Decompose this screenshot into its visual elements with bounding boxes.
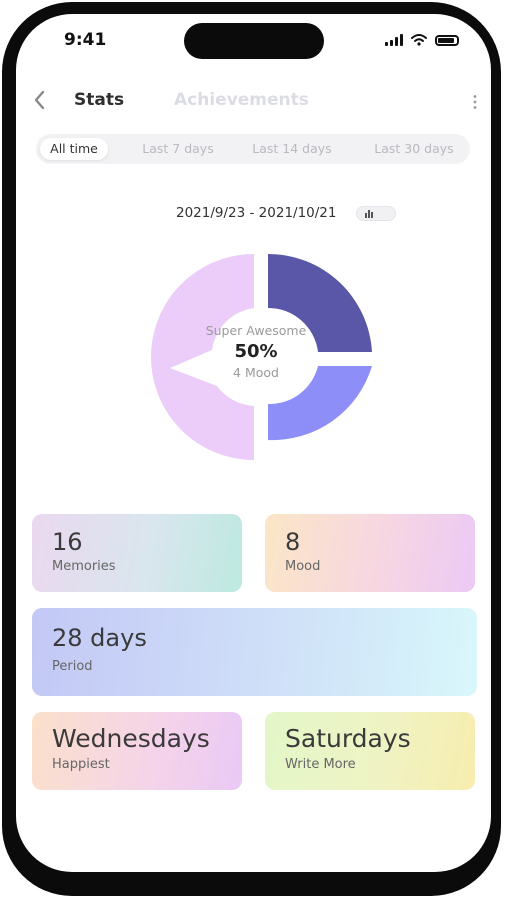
header: Stats Achievements (16, 86, 491, 116)
write-more-label: Write More (285, 757, 356, 772)
wifi-icon (411, 34, 427, 46)
battery-icon (435, 34, 459, 46)
write-more-day: Saturdays (285, 724, 411, 753)
mood-count: 8 (285, 528, 301, 556)
tab-achievements[interactable]: Achievements (174, 90, 309, 110)
card-write-more[interactable]: Saturdays Write More (265, 712, 475, 790)
more-vertical-icon[interactable] (472, 94, 478, 110)
range-last-7-days[interactable]: Last 7 days (136, 138, 220, 160)
app-screen: 9:41 Stats Achievements All time Last 7 … (16, 14, 491, 872)
memories-count: 16 (52, 528, 83, 556)
time-range-selector: All time Last 7 days Last 14 days Last 3… (36, 134, 470, 164)
card-mood[interactable]: 8 Mood (265, 514, 475, 592)
range-last-14-days[interactable]: Last 14 days (246, 138, 338, 160)
card-memories[interactable]: 16 Memories (32, 514, 242, 592)
range-last-30-days[interactable]: Last 30 days (366, 138, 462, 160)
mood-label: Mood (285, 559, 321, 574)
bar-chart-icon (365, 210, 373, 218)
phone-frame: 9:41 Stats Achievements All time Last 7 … (0, 0, 507, 900)
card-happiest[interactable]: Wednesdays Happiest (32, 712, 242, 790)
status-time: 9:41 (64, 30, 107, 50)
cellular-signal-icon (385, 34, 403, 46)
back-arrow-icon[interactable] (30, 86, 50, 114)
happiest-day: Wednesdays (52, 724, 210, 753)
tab-stats[interactable]: Stats (74, 90, 124, 110)
chart-type-toggle[interactable] (356, 206, 396, 221)
status-icons (385, 34, 459, 46)
card-period[interactable]: 28 days Period (32, 608, 477, 696)
period-value: 28 days (52, 624, 147, 652)
donut-mood-name: Super Awesome (205, 323, 307, 338)
dynamic-island (184, 23, 324, 59)
happiest-label: Happiest (52, 757, 110, 772)
range-all-time[interactable]: All time (40, 138, 108, 160)
donut-percentage: 50% (234, 341, 278, 362)
period-label: Period (52, 659, 93, 674)
donut-mood-count: 4 Mood (233, 365, 279, 380)
memories-label: Memories (52, 559, 116, 574)
date-range-label: 2021/9/23 - 2021/10/21 (176, 205, 337, 221)
